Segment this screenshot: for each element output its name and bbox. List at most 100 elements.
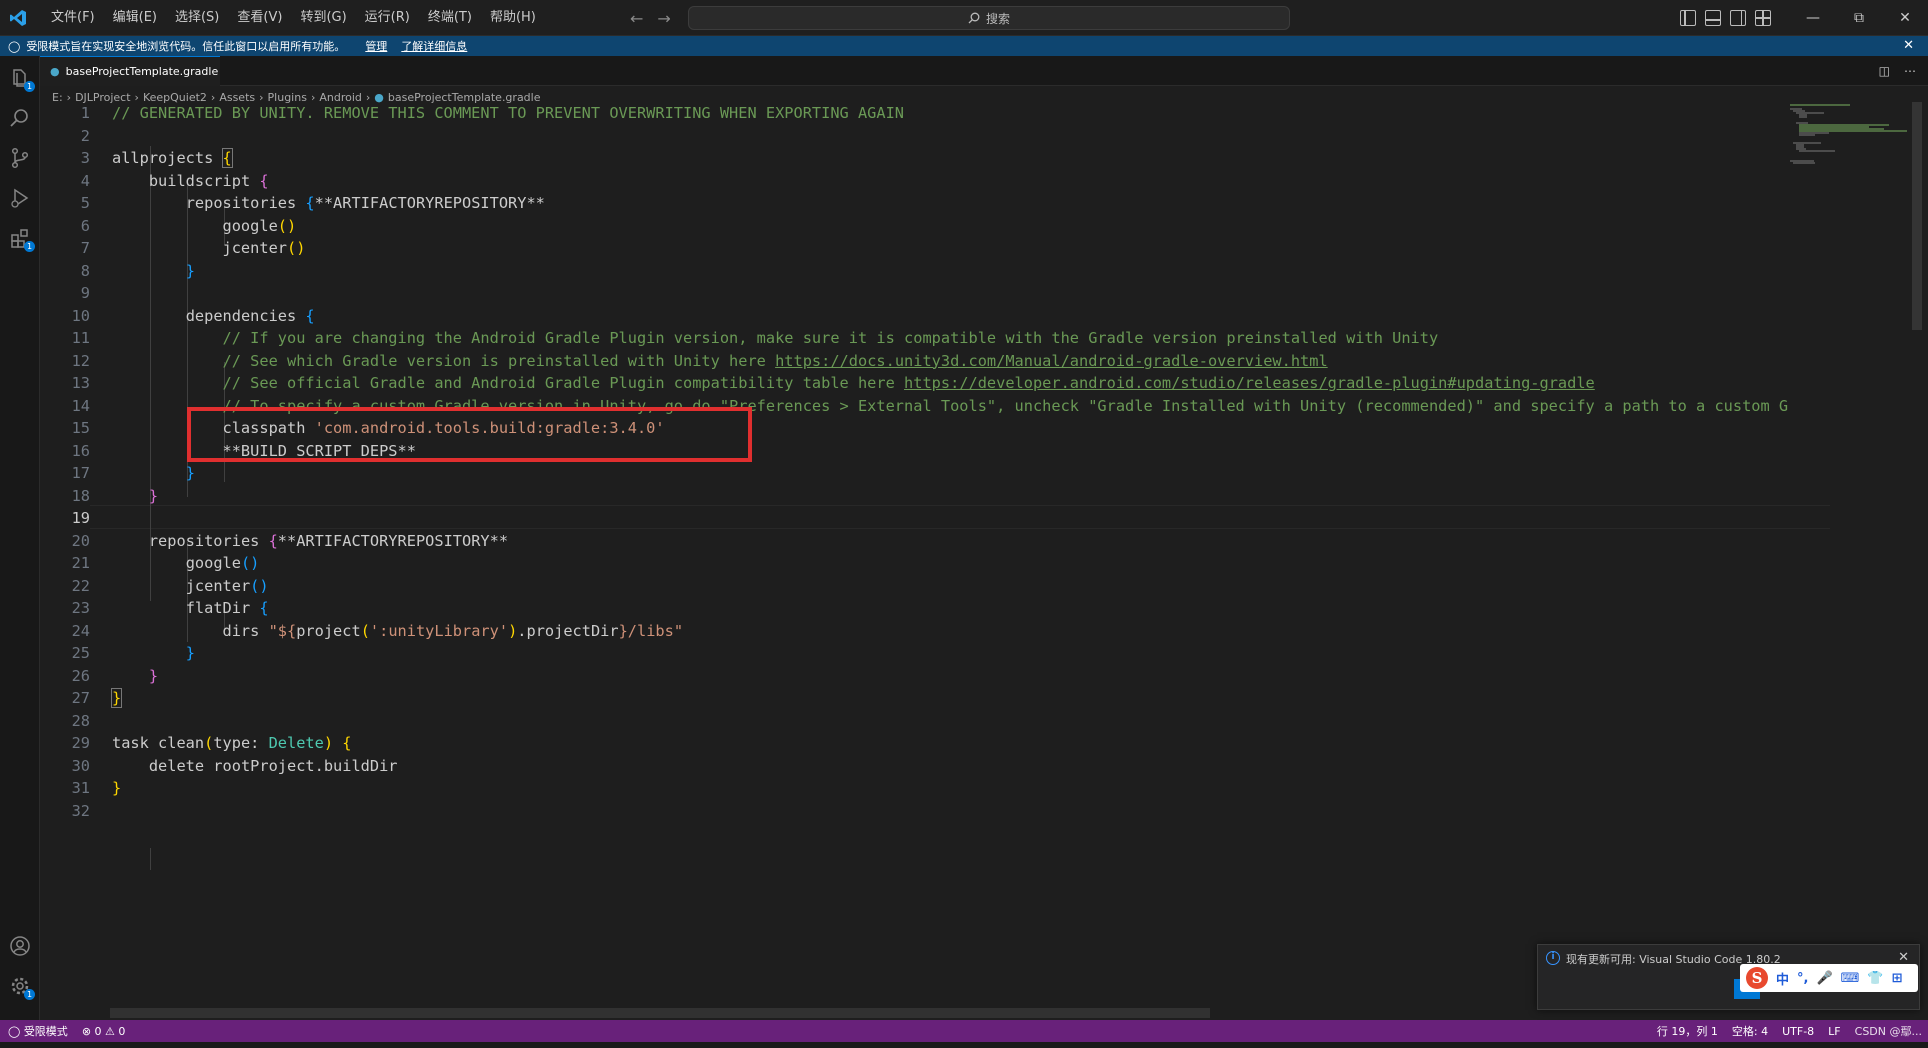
minimize-icon[interactable]: — bbox=[1790, 0, 1836, 36]
problems-status[interactable]: ⊗ 0 ⚠ 0 bbox=[82, 1025, 126, 1038]
code-line: 13 // See official Gradle and Android Gr… bbox=[40, 372, 1790, 395]
banner-learn-more-link[interactable]: 了解详细信息 bbox=[401, 38, 467, 54]
extensions-icon[interactable]: 1 bbox=[8, 226, 35, 252]
eol-status[interactable]: LF bbox=[1828, 1025, 1840, 1038]
code-text: jcenter bbox=[185, 576, 251, 595]
manage-gear-icon[interactable]: 1 bbox=[8, 974, 35, 1000]
code-editor[interactable]: 1 // GENERATED BY UNITY. REMOVE THIS COMM… bbox=[40, 102, 1908, 1018]
code-line: 25 } bbox=[40, 642, 1790, 665]
code-text: dependencies bbox=[185, 306, 306, 325]
code-comment: // See official Gradle and Android Gradl… bbox=[222, 374, 905, 392]
shield-icon: ◯ bbox=[8, 1025, 24, 1038]
code-line: 8 } bbox=[40, 260, 1790, 283]
gradle-file-icon: ● bbox=[50, 65, 60, 78]
horizontal-scrollbar[interactable] bbox=[110, 1008, 1210, 1018]
line-number: 28 bbox=[71, 711, 90, 730]
tab-actions: ◫ ⋯ bbox=[1879, 56, 1916, 86]
code-text: project bbox=[296, 621, 361, 640]
explorer-icon[interactable]: 1 bbox=[8, 66, 35, 92]
code-line: 21 google() bbox=[40, 552, 1790, 575]
search-sidebar-icon[interactable] bbox=[8, 106, 32, 130]
code-type: Delete bbox=[268, 734, 324, 752]
notification-close-icon[interactable]: ✕ bbox=[1898, 950, 1909, 965]
ime-chinese-mode[interactable]: 中 bbox=[1776, 969, 1789, 988]
code-link[interactable]: https://developer.android.com/studio/rel… bbox=[904, 374, 1595, 392]
menu-help[interactable]: 帮助(H) bbox=[481, 0, 545, 36]
ime-microphone-icon[interactable]: 🎤 bbox=[1816, 971, 1832, 986]
restricted-mode-label: 受限模式 bbox=[23, 1025, 68, 1038]
line-number: 6 bbox=[80, 216, 90, 235]
ime-keyboard-icon[interactable]: ⌨ bbox=[1841, 971, 1860, 986]
code-line: 27} bbox=[40, 687, 1790, 710]
taskbar-strip bbox=[0, 1042, 1928, 1048]
ime-toolbox-icon[interactable]: ⊞ bbox=[1892, 971, 1903, 986]
code-line: 30 delete rootProject.buildDir bbox=[40, 755, 1790, 778]
restricted-mode-status[interactable]: ◯ 受限模式 bbox=[8, 1023, 68, 1039]
editor-tab-bar: ● baseProjectTemplate.gradle ◫ ⋯ bbox=[40, 56, 1928, 86]
activity-bar: 1 1 1 bbox=[0, 56, 40, 1020]
line-number: 21 bbox=[71, 554, 90, 572]
line-number: 18 bbox=[71, 486, 90, 505]
indentation-status[interactable]: 空格: 4 bbox=[1732, 1023, 1768, 1039]
split-editor-icon[interactable]: ◫ bbox=[1879, 64, 1890, 78]
title-bar: 文件(F) 编辑(E) 选择(S) 查看(V) 转到(G) 运行(R) 终端(T… bbox=[0, 0, 1928, 36]
ime-skin-icon[interactable]: 👕 bbox=[1867, 971, 1883, 986]
watermark-text: CSDN @鄢... bbox=[1854, 1025, 1922, 1038]
back-arrow-icon[interactable]: ← bbox=[630, 9, 643, 28]
toggle-primary-sidebar-icon[interactable] bbox=[1680, 10, 1696, 26]
banner-close-icon[interactable]: ✕ bbox=[1903, 38, 1914, 53]
line-number: 8 bbox=[80, 261, 90, 280]
line-number: 14 bbox=[71, 396, 90, 415]
forward-arrow-icon[interactable]: → bbox=[657, 9, 670, 28]
menu-terminal[interactable]: 终端(T) bbox=[419, 0, 481, 36]
code-text: allprojects bbox=[112, 149, 223, 167]
line-number: 1 bbox=[80, 104, 90, 122]
close-icon[interactable]: ✕ bbox=[1882, 0, 1928, 36]
code-comment: // GENERATED BY UNITY. REMOVE THIS COMME… bbox=[112, 104, 905, 122]
menu-edit[interactable]: 编辑(E) bbox=[104, 0, 166, 36]
restricted-mode-banner: ◯ 受限模式旨在实现安全地浏览代码。信任此窗口以启用所有功能。 管理 了解详细信… bbox=[0, 36, 1928, 56]
menu-go[interactable]: 转到(G) bbox=[291, 0, 355, 36]
toggle-panel-icon[interactable] bbox=[1705, 10, 1721, 26]
line-number: 12 bbox=[71, 351, 90, 370]
line-number: 4 bbox=[80, 171, 90, 190]
menu-view[interactable]: 查看(V) bbox=[228, 0, 291, 36]
more-actions-icon[interactable]: ⋯ bbox=[1904, 64, 1916, 78]
code-text: .projectDir bbox=[517, 621, 619, 640]
tab-baseprojecttemplate[interactable]: ● baseProjectTemplate.gradle bbox=[40, 56, 220, 86]
sogou-logo-icon[interactable]: S bbox=[1746, 967, 1768, 989]
source-control-icon[interactable] bbox=[8, 146, 32, 170]
encoding-status[interactable]: UTF-8 bbox=[1782, 1025, 1814, 1038]
vertical-scrollbar[interactable] bbox=[1910, 102, 1924, 1018]
line-number: 20 bbox=[71, 531, 90, 550]
line-number: 19 bbox=[71, 509, 90, 527]
code-text: google bbox=[185, 554, 241, 572]
accounts-icon[interactable] bbox=[8, 934, 32, 958]
code-line: 20 repositories {**ARTIFACTORYREPOSITORY… bbox=[40, 530, 1790, 553]
code-line: 28 bbox=[40, 710, 1790, 733]
run-debug-icon[interactable] bbox=[8, 186, 32, 210]
menu-file[interactable]: 文件(F) bbox=[42, 0, 104, 36]
code-line: 19 bbox=[40, 507, 1790, 530]
minimap[interactable] bbox=[1790, 102, 1908, 182]
banner-manage-link[interactable]: 管理 bbox=[365, 38, 387, 54]
line-number: 22 bbox=[71, 576, 90, 595]
restore-icon[interactable]: ⧉ bbox=[1836, 0, 1882, 36]
code-line: 6 google() bbox=[40, 215, 1790, 238]
cursor-position-status[interactable]: 行 19，列 1 bbox=[1657, 1023, 1718, 1039]
menu-bar: 文件(F) 编辑(E) 选择(S) 查看(V) 转到(G) 运行(R) 终端(T… bbox=[42, 0, 545, 36]
scrollbar-thumb[interactable] bbox=[1912, 102, 1922, 330]
code-line: 11 // If you are changing the Android Gr… bbox=[40, 327, 1790, 350]
line-number: 29 bbox=[71, 734, 90, 752]
toggle-secondary-sidebar-icon[interactable] bbox=[1730, 10, 1746, 26]
code-line: 12 // See which Gradle version is preins… bbox=[40, 350, 1790, 373]
customize-layout-icon[interactable] bbox=[1755, 10, 1771, 26]
layout-controls bbox=[1680, 0, 1771, 36]
extensions-badge: 1 bbox=[24, 241, 35, 252]
command-center-search[interactable]: 搜索 bbox=[688, 6, 1290, 30]
ime-punctuation-icon[interactable]: °, bbox=[1797, 971, 1808, 986]
code-link[interactable]: https://docs.unity3d.com/Manual/android-… bbox=[775, 352, 1328, 370]
code-line: 7 jcenter() bbox=[40, 237, 1790, 260]
menu-run[interactable]: 运行(R) bbox=[356, 0, 419, 36]
menu-selection[interactable]: 选择(S) bbox=[166, 0, 228, 36]
